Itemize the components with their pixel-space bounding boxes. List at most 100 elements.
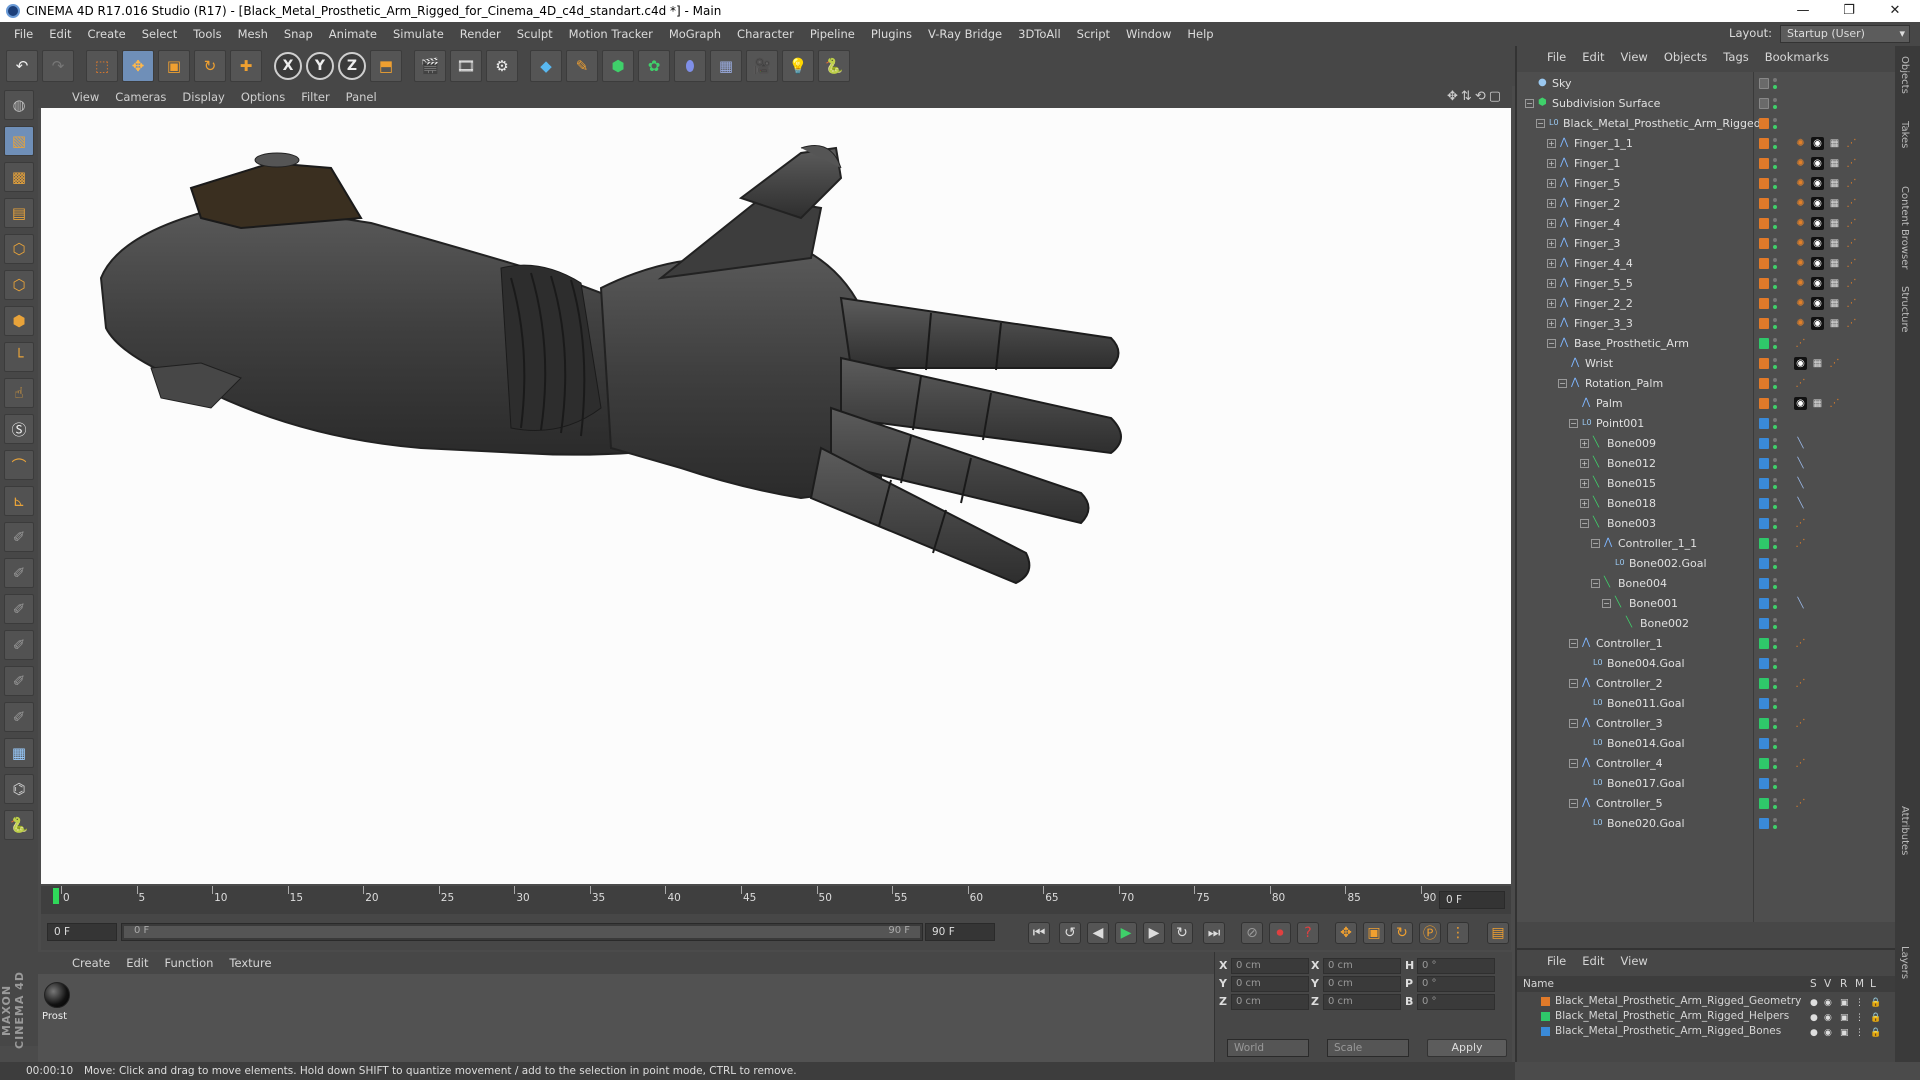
object-row-finger-5[interactable]: + ⋀ Finger_5 ✺ ◉ ▦ ⋰ [1517,174,1897,193]
prev-key-icon[interactable]: ↺ [1059,922,1081,944]
tree-expand-icon[interactable]: + [1580,479,1589,488]
grid-snap-icon[interactable]: ▦ [4,738,34,768]
side-tab-takes[interactable]: Takes [1899,121,1910,148]
tag-icon[interactable]: ▦ [1828,197,1841,210]
object-row-bone001[interactable]: − ╲ Bone001 ╲ [1517,594,1897,613]
layer-color-swatch[interactable] [1759,538,1769,549]
menu-item-pipeline[interactable]: Pipeline [802,27,863,41]
tree-expand-icon[interactable]: − [1569,679,1578,688]
layer-color-swatch[interactable] [1759,418,1769,429]
object-row-finger-3-3[interactable]: + ⋀ Finger_3_3 ✺ ◉ ▦ ⋰ [1517,314,1897,333]
side-tab-content-browser[interactable]: Content Browser [1899,186,1910,269]
coordinate-system-icon[interactable]: ⬒ [370,50,402,82]
constraint-tag-icon[interactable]: ⋰ [1794,537,1807,550]
tag-icon[interactable]: ✺ [1794,137,1807,150]
tag-icon[interactable]: ▦ [1811,397,1824,410]
coord-field-x[interactable]: 0 cm [1323,958,1401,974]
viewport-menu-panel[interactable]: Panel [338,90,385,104]
menu-item-mesh[interactable]: Mesh [230,27,276,41]
quantize-icon[interactable]: ✐ [4,522,34,552]
ik-tag-icon[interactable]: ╲ [1794,477,1807,490]
layer-color-swatch[interactable] [1759,318,1769,329]
add-icon[interactable]: ✚ [230,50,262,82]
tree-expand-icon[interactable]: + [1547,219,1556,228]
tag-icon[interactable]: ⋰ [1845,177,1858,190]
visibility-dots-icon[interactable] [1773,776,1778,791]
menu-item-sculpt[interactable]: Sculpt [509,27,561,41]
ik-tag-icon[interactable]: ╲ [1794,457,1807,470]
tag-icon[interactable]: ◉ [1794,357,1807,370]
render-picture-viewer-icon[interactable]: 🎞 [450,50,482,82]
python-icon[interactable]: 🐍 [818,50,850,82]
texture-mode-icon[interactable]: ▩ [4,162,34,192]
menu-item-tools[interactable]: Tools [185,27,229,41]
object-row-bone003[interactable]: − ╲ Bone003 ⋰ [1517,514,1897,533]
tree-expand-icon[interactable]: − [1525,99,1534,108]
key-pla-icon[interactable]: ⋮ [1447,922,1469,944]
material-preview-ball[interactable] [44,982,70,1008]
object-row-black-metal-prosthetic-arm-rigged[interactable]: − L0 Black_Metal_Prosthetic_Arm_Rigged [1517,114,1897,133]
workplane-icon[interactable]: ▤ [4,198,34,228]
visibility-dots-icon[interactable] [1773,696,1778,711]
layer-color-swatch[interactable] [1759,298,1769,309]
tag-icon[interactable]: ▦ [1828,317,1841,330]
object-row-finger-2[interactable]: + ⋀ Finger_2 ✺ ◉ ▦ ⋰ [1517,194,1897,213]
menu-item-file[interactable]: File [6,27,41,41]
layer-color-swatch[interactable] [1541,1012,1550,1021]
tree-expand-icon[interactable]: + [1580,499,1589,508]
tag-icon[interactable]: ◉ [1811,177,1824,190]
layer-color-swatch[interactable] [1541,997,1550,1006]
layer-toggle-icon[interactable]: ▣ [1840,1026,1849,1041]
tree-expand-icon[interactable]: − [1547,339,1556,348]
visibility-dots-icon[interactable] [1773,336,1778,351]
constraint-tag-icon[interactable]: ⋰ [1794,337,1807,350]
tree-expand-icon[interactable]: − [1569,419,1578,428]
object-row-bone014-goal[interactable]: L0 Bone014.Goal [1517,734,1897,753]
tag-icon[interactable]: ◉ [1811,297,1824,310]
layer-color-swatch[interactable] [1759,698,1769,709]
layer-color-swatch[interactable] [1759,658,1769,669]
timeline-layout-icon[interactable]: ▤ [1487,922,1509,944]
model-mode-icon[interactable]: ▧ [4,126,34,156]
visibility-dots-icon[interactable] [1773,796,1778,811]
tag-icon[interactable]: ✺ [1794,237,1807,250]
light-icon[interactable]: 💡 [782,50,814,82]
layer-color-swatch[interactable] [1759,78,1769,89]
visibility-dots-icon[interactable] [1773,596,1778,611]
constraint-tag-icon[interactable]: ⋰ [1794,717,1807,730]
side-tab-layers[interactable]: Layers [1899,946,1910,979]
tag-icon[interactable]: ✺ [1794,177,1807,190]
menu-item-motion-tracker[interactable]: Motion Tracker [561,27,661,41]
record-keys-icon[interactable]: ⊘ [1241,922,1263,944]
visibility-dots-icon[interactable] [1773,636,1778,651]
prev-frame-icon[interactable]: ◀ [1087,922,1109,944]
layers-menu-view[interactable]: View [1613,954,1656,972]
make-editable-icon[interactable]: ◍ [4,90,34,120]
layer-color-swatch[interactable] [1759,598,1769,609]
object-row-sky[interactable]: ● Sky [1517,74,1897,93]
object-row-bone009[interactable]: + ╲ Bone009 ╲ [1517,434,1897,453]
tag-icon[interactable]: ⋰ [1828,397,1841,410]
tag-icon[interactable]: ▦ [1828,237,1841,250]
coord-field-y[interactable]: 0 cm [1323,976,1401,992]
key-position-icon[interactable]: ✥ [1335,922,1357,944]
viewport-nav-icons[interactable]: ✥⇅⟲▢ [1447,89,1504,104]
menu-item-3dtoall[interactable]: 3DToAll [1010,27,1069,41]
layer-color-swatch[interactable] [1759,498,1769,509]
rotate-icon[interactable]: ↻ [194,50,226,82]
layer-color-swatch[interactable] [1759,718,1769,729]
coord-field-z[interactable]: 0 cm [1231,994,1309,1010]
object-row-bone015[interactable]: + ╲ Bone015 ╲ [1517,474,1897,493]
tree-expand-icon[interactable]: + [1547,159,1556,168]
tag-icon[interactable]: ◉ [1811,237,1824,250]
visibility-dots-icon[interactable] [1773,196,1778,211]
tag-icon[interactable]: ◉ [1811,157,1824,170]
undo-icon[interactable]: ↶ [6,50,38,82]
floor-icon[interactable]: ▦ [710,50,742,82]
material-menu-edit[interactable]: Edit [118,956,156,970]
tag-icon[interactable]: ⋰ [1845,237,1858,250]
close-button[interactable]: ✕ [1872,0,1918,22]
tweak-mode-icon[interactable]: ☝ [4,378,34,408]
tag-icon[interactable]: ◉ [1811,277,1824,290]
layer-color-swatch[interactable] [1759,358,1769,369]
